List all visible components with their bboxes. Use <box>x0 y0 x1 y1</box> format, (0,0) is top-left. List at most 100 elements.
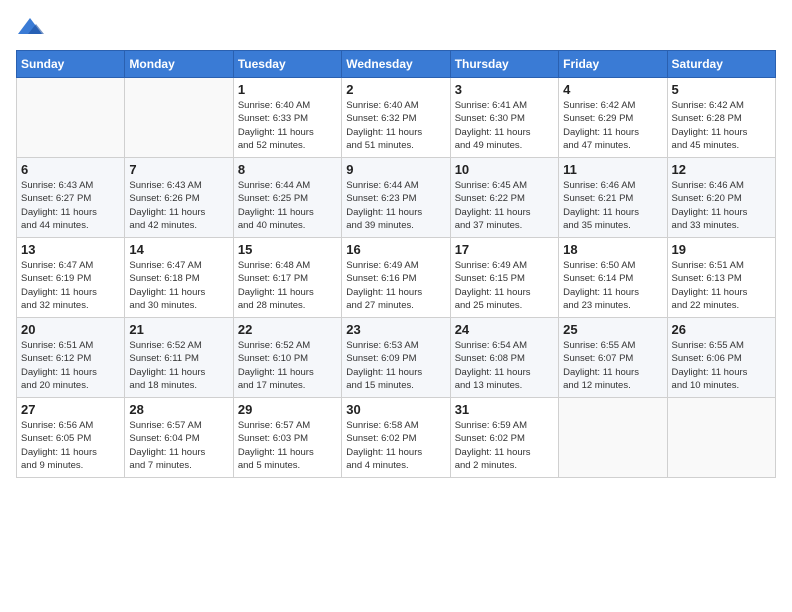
day-cell: 1 Sunrise: 6:40 AM Sunset: 6:33 PM Daylig… <box>233 78 341 158</box>
day-info: Sunrise: 6:45 AM Sunset: 6:22 PM Dayligh… <box>455 179 554 232</box>
day-number: 20 <box>21 322 120 337</box>
header-row: SundayMondayTuesdayWednesdayThursdayFrid… <box>17 51 776 78</box>
day-cell: 2 Sunrise: 6:40 AM Sunset: 6:32 PM Daylig… <box>342 78 450 158</box>
day-cell: 21Sunrise: 6:52 AM Sunset: 6:11 PM Dayli… <box>125 318 233 398</box>
day-cell: 15Sunrise: 6:48 AM Sunset: 6:17 PM Dayli… <box>233 238 341 318</box>
header-saturday: Saturday <box>667 51 775 78</box>
day-info: Sunrise: 6:44 AM Sunset: 6:25 PM Dayligh… <box>238 179 337 232</box>
day-info: Sunrise: 6:50 AM Sunset: 6:14 PM Dayligh… <box>563 259 662 312</box>
day-cell: 14 Sunrise: 6:47 AM Sunset: 6:18 PM Dayli… <box>125 238 233 318</box>
day-number: 4 <box>563 82 662 97</box>
day-number: 23 <box>346 322 445 337</box>
day-cell: 25 Sunrise: 6:55 AM Sunset: 6:07 PM Dayli… <box>559 318 667 398</box>
day-number: 3 <box>455 82 554 97</box>
day-info: Sunrise: 6:43 AM Sunset: 6:26 PM Dayligh… <box>129 179 228 232</box>
day-cell: 29 Sunrise: 6:57 AM Sunset: 6:03 PM Dayli… <box>233 398 341 478</box>
day-number: 28 <box>129 402 228 417</box>
day-number: 26 <box>672 322 771 337</box>
day-cell: 5Sunrise: 6:42 AM Sunset: 6:28 PM Daylig… <box>667 78 775 158</box>
day-cell: 8 Sunrise: 6:44 AM Sunset: 6:25 PM Daylig… <box>233 158 341 238</box>
day-number: 8 <box>238 162 337 177</box>
day-number: 2 <box>346 82 445 97</box>
day-cell: 4 Sunrise: 6:42 AM Sunset: 6:29 PM Daylig… <box>559 78 667 158</box>
day-info: Sunrise: 6:40 AM Sunset: 6:33 PM Dayligh… <box>238 99 337 152</box>
day-number: 29 <box>238 402 337 417</box>
day-cell: 17Sunrise: 6:49 AM Sunset: 6:15 PM Dayli… <box>450 238 558 318</box>
day-info: Sunrise: 6:55 AM Sunset: 6:07 PM Dayligh… <box>563 339 662 392</box>
day-info: Sunrise: 6:40 AM Sunset: 6:32 PM Dayligh… <box>346 99 445 152</box>
day-cell: 7 Sunrise: 6:43 AM Sunset: 6:26 PM Daylig… <box>125 158 233 238</box>
day-cell <box>667 398 775 478</box>
day-info: Sunrise: 6:56 AM Sunset: 6:05 PM Dayligh… <box>21 419 120 472</box>
day-info: Sunrise: 6:46 AM Sunset: 6:21 PM Dayligh… <box>563 179 662 232</box>
header-monday: Monday <box>125 51 233 78</box>
header-tuesday: Tuesday <box>233 51 341 78</box>
week-row-1: 1 Sunrise: 6:40 AM Sunset: 6:33 PM Daylig… <box>17 78 776 158</box>
week-row-2: 6Sunrise: 6:43 AM Sunset: 6:27 PM Daylig… <box>17 158 776 238</box>
day-number: 31 <box>455 402 554 417</box>
day-number: 7 <box>129 162 228 177</box>
day-cell: 9Sunrise: 6:44 AM Sunset: 6:23 PM Daylig… <box>342 158 450 238</box>
day-number: 14 <box>129 242 228 257</box>
day-number: 24 <box>455 322 554 337</box>
day-info: Sunrise: 6:41 AM Sunset: 6:30 PM Dayligh… <box>455 99 554 152</box>
day-cell: 24 Sunrise: 6:54 AM Sunset: 6:08 PM Dayli… <box>450 318 558 398</box>
logo <box>16 16 48 38</box>
day-cell: 27 Sunrise: 6:56 AM Sunset: 6:05 PM Dayli… <box>17 398 125 478</box>
day-cell: 30 Sunrise: 6:58 AM Sunset: 6:02 PM Dayli… <box>342 398 450 478</box>
day-number: 21 <box>129 322 228 337</box>
day-cell: 22 Sunrise: 6:52 AM Sunset: 6:10 PM Dayli… <box>233 318 341 398</box>
day-cell: 12 Sunrise: 6:46 AM Sunset: 6:20 PM Dayli… <box>667 158 775 238</box>
header-friday: Friday <box>559 51 667 78</box>
day-info: Sunrise: 6:57 AM Sunset: 6:03 PM Dayligh… <box>238 419 337 472</box>
day-cell: 23 Sunrise: 6:53 AM Sunset: 6:09 PM Dayli… <box>342 318 450 398</box>
day-number: 16 <box>346 242 445 257</box>
header-wednesday: Wednesday <box>342 51 450 78</box>
day-number: 1 <box>238 82 337 97</box>
page-header <box>16 16 776 38</box>
day-info: Sunrise: 6:49 AM Sunset: 6:16 PM Dayligh… <box>346 259 445 312</box>
day-info: Sunrise: 6:42 AM Sunset: 6:29 PM Dayligh… <box>563 99 662 152</box>
day-info: Sunrise: 6:46 AM Sunset: 6:20 PM Dayligh… <box>672 179 771 232</box>
week-row-3: 13 Sunrise: 6:47 AM Sunset: 6:19 PM Dayli… <box>17 238 776 318</box>
day-cell: 18 Sunrise: 6:50 AM Sunset: 6:14 PM Dayli… <box>559 238 667 318</box>
day-info: Sunrise: 6:53 AM Sunset: 6:09 PM Dayligh… <box>346 339 445 392</box>
day-cell: 16 Sunrise: 6:49 AM Sunset: 6:16 PM Dayli… <box>342 238 450 318</box>
day-number: 30 <box>346 402 445 417</box>
day-info: Sunrise: 6:57 AM Sunset: 6:04 PM Dayligh… <box>129 419 228 472</box>
day-info: Sunrise: 6:48 AM Sunset: 6:17 PM Dayligh… <box>238 259 337 312</box>
day-cell: 10 Sunrise: 6:45 AM Sunset: 6:22 PM Dayli… <box>450 158 558 238</box>
day-info: Sunrise: 6:47 AM Sunset: 6:19 PM Dayligh… <box>21 259 120 312</box>
day-info: Sunrise: 6:42 AM Sunset: 6:28 PM Dayligh… <box>672 99 771 152</box>
day-info: Sunrise: 6:51 AM Sunset: 6:12 PM Dayligh… <box>21 339 120 392</box>
day-number: 22 <box>238 322 337 337</box>
day-info: Sunrise: 6:52 AM Sunset: 6:10 PM Dayligh… <box>238 339 337 392</box>
day-number: 13 <box>21 242 120 257</box>
day-number: 10 <box>455 162 554 177</box>
header-sunday: Sunday <box>17 51 125 78</box>
day-number: 19 <box>672 242 771 257</box>
day-info: Sunrise: 6:58 AM Sunset: 6:02 PM Dayligh… <box>346 419 445 472</box>
day-number: 12 <box>672 162 771 177</box>
day-number: 11 <box>563 162 662 177</box>
day-cell <box>125 78 233 158</box>
day-info: Sunrise: 6:49 AM Sunset: 6:15 PM Dayligh… <box>455 259 554 312</box>
day-cell: 3 Sunrise: 6:41 AM Sunset: 6:30 PM Daylig… <box>450 78 558 158</box>
day-info: Sunrise: 6:59 AM Sunset: 6:02 PM Dayligh… <box>455 419 554 472</box>
day-cell <box>17 78 125 158</box>
week-row-5: 27 Sunrise: 6:56 AM Sunset: 6:05 PM Dayli… <box>17 398 776 478</box>
day-cell: 6Sunrise: 6:43 AM Sunset: 6:27 PM Daylig… <box>17 158 125 238</box>
day-info: Sunrise: 6:51 AM Sunset: 6:13 PM Dayligh… <box>672 259 771 312</box>
day-cell: 20 Sunrise: 6:51 AM Sunset: 6:12 PM Dayli… <box>17 318 125 398</box>
day-number: 18 <box>563 242 662 257</box>
day-cell: 28 Sunrise: 6:57 AM Sunset: 6:04 PM Dayli… <box>125 398 233 478</box>
day-info: Sunrise: 6:55 AM Sunset: 6:06 PM Dayligh… <box>672 339 771 392</box>
day-number: 25 <box>563 322 662 337</box>
calendar-table: SundayMondayTuesdayWednesdayThursdayFrid… <box>16 50 776 478</box>
day-number: 27 <box>21 402 120 417</box>
day-cell: 31 Sunrise: 6:59 AM Sunset: 6:02 PM Dayli… <box>450 398 558 478</box>
day-number: 6 <box>21 162 120 177</box>
day-info: Sunrise: 6:47 AM Sunset: 6:18 PM Dayligh… <box>129 259 228 312</box>
day-info: Sunrise: 6:54 AM Sunset: 6:08 PM Dayligh… <box>455 339 554 392</box>
logo-icon <box>16 16 44 38</box>
